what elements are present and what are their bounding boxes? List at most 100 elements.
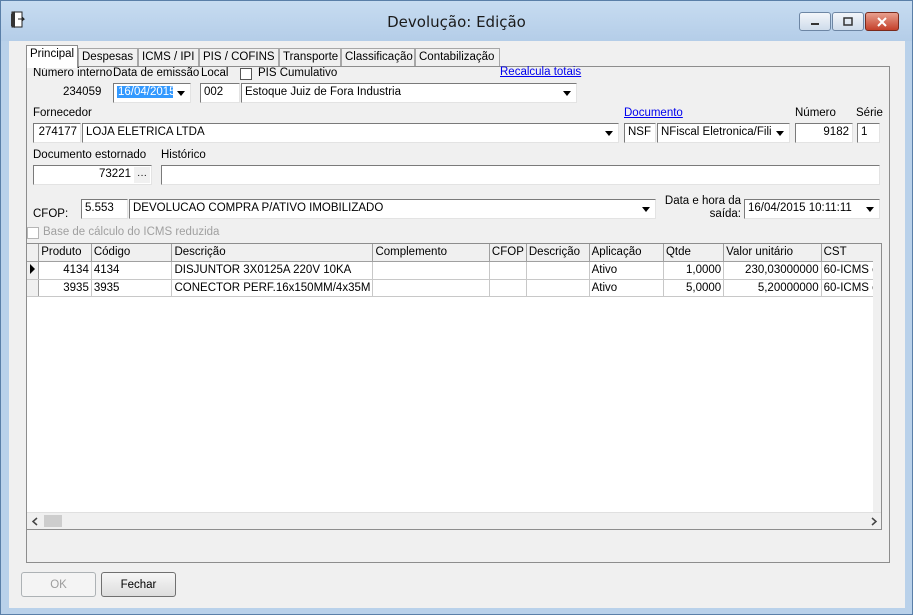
grid-horizontal-scrollbar[interactable] bbox=[27, 512, 881, 529]
documento-dropdown[interactable] bbox=[772, 125, 788, 141]
cell-qtde[interactable]: 1,0000 bbox=[663, 261, 725, 280]
tab-classificacao[interactable]: Classificação bbox=[341, 48, 415, 67]
fornecedor-codigo-input[interactable]: 274177 bbox=[33, 123, 81, 143]
chevron-down-icon bbox=[605, 130, 613, 136]
close-icon bbox=[877, 16, 887, 27]
local-dropdown[interactable] bbox=[559, 85, 575, 101]
data-emissao-value: 16/04/2015 bbox=[117, 86, 177, 98]
numero-interno-value: 234059 bbox=[63, 86, 102, 98]
fornecedor-dropdown[interactable] bbox=[601, 125, 617, 141]
tab-principal[interactable]: Principal bbox=[26, 45, 78, 68]
cell-qtde[interactable]: 5,0000 bbox=[663, 279, 725, 297]
current-row-arrow-icon bbox=[30, 263, 35, 274]
documento-estornado-lookup-button[interactable]: ··· bbox=[134, 167, 150, 183]
data-hora-saida-dropdown[interactable] bbox=[862, 201, 878, 217]
data-hora-saida-label: Data e hora da saída: bbox=[661, 195, 741, 221]
pis-cumulativo-label: PIS Cumulativo bbox=[258, 67, 338, 79]
table-row[interactable]: 4134 4134 DISJUNTOR 3X0125A 220V 10KA At… bbox=[27, 261, 881, 280]
data-emissao-dropdown[interactable] bbox=[173, 85, 189, 101]
col-cst[interactable]: CST bbox=[821, 244, 881, 262]
base-icms-reduzida-label: Base de cálculo do ICMS reduzida bbox=[43, 226, 220, 238]
cell-descricao[interactable]: DISJUNTOR 3X0125A 220V 10KA bbox=[171, 261, 374, 280]
cell-aplicacao[interactable]: Ativo bbox=[589, 261, 664, 280]
local-select[interactable]: Estoque Juiz de Fora Industria bbox=[241, 83, 577, 103]
scroll-right-icon[interactable] bbox=[870, 517, 878, 526]
cell-descricao[interactable]: CONECTOR PERF.16x150MM/4x35M bbox=[171, 279, 374, 297]
documento-select[interactable]: NFiscal Eletronica/Filial bbox=[657, 123, 790, 143]
col-qtde[interactable]: Qtde bbox=[663, 244, 725, 262]
row-indicator bbox=[27, 279, 40, 297]
cell-cfop[interactable] bbox=[489, 261, 527, 280]
items-grid: Produto Código Descrição Complemento CFO… bbox=[26, 243, 882, 530]
fornecedor-nome-value: LOJA ELETRICA LTDA bbox=[86, 126, 205, 138]
cell-aplicacao[interactable]: Ativo bbox=[589, 279, 664, 297]
tab-icms-ipi[interactable]: ICMS / IPI bbox=[138, 48, 199, 67]
chevron-down-icon bbox=[177, 90, 185, 96]
data-hora-saida-label-line-2: saída: bbox=[709, 208, 741, 220]
table-row[interactable]: 3935 3935 CONECTOR PERF.16x150MM/4x35M A… bbox=[27, 279, 881, 297]
documento-link[interactable]: Documento bbox=[624, 107, 683, 119]
cell-codigo[interactable]: 3935 bbox=[91, 279, 173, 297]
cell-produto[interactable]: 3935 bbox=[38, 279, 92, 297]
minimize-icon bbox=[811, 22, 819, 25]
numero-interno-label: Número interno bbox=[33, 67, 113, 79]
close-button[interactable] bbox=[865, 12, 899, 31]
col-complemento[interactable]: Complemento bbox=[372, 244, 490, 262]
documento-estornado-value: 73221 bbox=[99, 168, 131, 180]
data-emissao-label: Data de emissão bbox=[113, 67, 200, 79]
scroll-left-icon[interactable] bbox=[31, 517, 39, 526]
cfop-descricao-value: DEVOLUCAO COMPRA P/ATIVO IMOBILIZADO bbox=[133, 202, 384, 214]
chevron-down-icon bbox=[866, 206, 874, 212]
ok-button[interactable]: OK bbox=[21, 572, 96, 597]
base-icms-reduzida-checkbox[interactable] bbox=[27, 227, 39, 239]
documento-estornado-label: Documento estornado bbox=[33, 149, 147, 161]
col-aplicacao[interactable]: Aplicação bbox=[589, 244, 664, 262]
chevron-down-icon bbox=[776, 130, 784, 136]
chevron-down-icon bbox=[563, 90, 571, 96]
maximize-button[interactable] bbox=[832, 12, 864, 31]
pis-cumulativo-checkbox[interactable] bbox=[240, 68, 252, 80]
cell-valor-unitario[interactable]: 5,20000000 bbox=[723, 279, 822, 297]
grid-vertical-scrollbar[interactable] bbox=[873, 244, 881, 512]
cfop-dropdown[interactable] bbox=[638, 201, 654, 217]
col-cfop[interactable]: CFOP bbox=[489, 244, 527, 262]
fornecedor-select[interactable]: LOJA ELETRICA LTDA bbox=[82, 123, 619, 143]
numero-input[interactable]: 9182 bbox=[795, 123, 853, 143]
cfop-codigo-input[interactable]: 5.553 bbox=[81, 199, 128, 219]
fechar-button[interactable]: Fechar bbox=[101, 572, 176, 597]
cfop-select[interactable]: DEVOLUCAO COMPRA P/ATIVO IMOBILIZADO bbox=[129, 199, 656, 219]
numero-label: Número bbox=[795, 107, 836, 119]
cell-cfop[interactable] bbox=[489, 279, 527, 297]
cell-cst[interactable]: 60-ICMS c bbox=[821, 279, 881, 297]
col-produto[interactable]: Produto bbox=[38, 244, 92, 262]
data-hora-saida-value: 16/04/2015 10:11:11 bbox=[748, 202, 852, 214]
scroll-thumb[interactable] bbox=[44, 515, 62, 527]
serie-input[interactable]: 1 bbox=[857, 123, 880, 143]
cell-produto[interactable]: 4134 bbox=[38, 261, 92, 280]
cell-cfop-descricao[interactable] bbox=[526, 261, 590, 280]
recalcula-totais-link[interactable]: Recalcula totais bbox=[500, 66, 581, 78]
cell-valor-unitario[interactable]: 230,03000000 bbox=[723, 261, 822, 280]
cell-complemento[interactable] bbox=[372, 279, 490, 297]
documento-estornado-input[interactable]: 73221 ··· bbox=[33, 165, 152, 185]
tab-contabilizacao[interactable]: Contabilização bbox=[415, 48, 500, 67]
minimize-button[interactable] bbox=[799, 12, 831, 31]
tab-despesas[interactable]: Despesas bbox=[78, 48, 138, 67]
documento-codigo-input[interactable]: NSF bbox=[624, 123, 656, 143]
historico-input[interactable] bbox=[161, 165, 880, 185]
col-cfop-descricao[interactable]: Descrição bbox=[526, 244, 590, 262]
cell-cst[interactable]: 60-ICMS c bbox=[821, 261, 881, 280]
cell-complemento[interactable] bbox=[372, 261, 490, 280]
window: Devolução: Edição Principal Despesas ICM… bbox=[0, 0, 913, 615]
cell-codigo[interactable]: 4134 bbox=[91, 261, 173, 280]
cell-cfop-descricao[interactable] bbox=[526, 279, 590, 297]
tab-transporte[interactable]: Transporte bbox=[279, 48, 341, 67]
col-descricao[interactable]: Descrição bbox=[171, 244, 374, 262]
data-hora-saida-select[interactable]: 16/04/2015 10:11:11 bbox=[744, 199, 880, 219]
data-emissao-input[interactable]: 16/04/2015 bbox=[113, 83, 191, 103]
col-valor-unitario[interactable]: Valor unitário bbox=[723, 244, 822, 262]
row-indicator bbox=[27, 261, 40, 280]
tab-pis-cofins[interactable]: PIS / COFINS bbox=[199, 48, 279, 67]
local-codigo-input[interactable]: 002 bbox=[200, 83, 240, 103]
col-codigo[interactable]: Código bbox=[91, 244, 173, 262]
